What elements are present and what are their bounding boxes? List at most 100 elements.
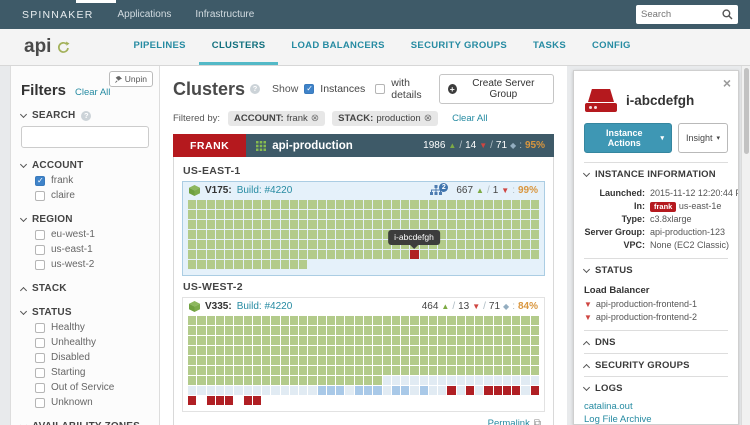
instance-cell[interactable] xyxy=(280,230,289,239)
instance-cell[interactable] xyxy=(197,376,206,385)
instance-cell[interactable] xyxy=(289,210,299,219)
instance-cell[interactable] xyxy=(419,336,428,345)
instance-cell[interactable] xyxy=(215,356,225,365)
instance-cell[interactable] xyxy=(465,220,475,229)
log-link-log-file-archive[interactable]: Log File Archive xyxy=(584,414,728,425)
instance-cell[interactable] xyxy=(530,210,539,219)
instance-cell[interactable] xyxy=(493,240,502,249)
instance-cell[interactable] xyxy=(401,386,410,395)
instance-cell[interactable] xyxy=(521,346,530,355)
instance-cell[interactable] xyxy=(447,200,456,209)
instance-cell[interactable] xyxy=(493,356,502,365)
instance-cell[interactable] xyxy=(215,376,225,385)
instance-cell[interactable] xyxy=(373,316,382,325)
instance-cell[interactable] xyxy=(271,260,280,269)
filters-clear-all-link[interactable]: Clear All xyxy=(75,87,110,98)
instance-cell[interactable] xyxy=(197,200,206,209)
instance-cell[interactable] xyxy=(252,210,262,219)
instance-cell[interactable] xyxy=(197,250,206,259)
instance-cell[interactable] xyxy=(502,336,512,345)
instance-cell[interactable] xyxy=(336,240,345,249)
instance-cell[interactable] xyxy=(225,376,234,385)
instance-cell[interactable] xyxy=(512,316,521,325)
instance-cell[interactable] xyxy=(428,220,438,229)
instance-cell[interactable] xyxy=(215,326,225,335)
instance-cell[interactable] xyxy=(345,240,354,249)
instance-cell[interactable] xyxy=(271,336,280,345)
instance-cell[interactable] xyxy=(252,376,262,385)
filter-section-header[interactable]: SEARCH xyxy=(19,108,149,123)
instance-cell[interactable] xyxy=(493,376,502,385)
instance-cell[interactable] xyxy=(326,240,336,249)
instance-cell[interactable] xyxy=(234,316,243,325)
instance-cell[interactable] xyxy=(354,346,363,355)
tab-security-groups[interactable]: SECURITY GROUPS xyxy=(398,29,520,65)
filter-section-header[interactable]: STACK xyxy=(19,281,149,296)
instance-cell[interactable] xyxy=(493,316,502,325)
instance-cell[interactable] xyxy=(280,366,289,375)
instance-cell[interactable] xyxy=(289,386,299,395)
show-option-instances[interactable]: Instances xyxy=(304,77,365,101)
instance-cell[interactable] xyxy=(354,376,363,385)
instance-cell[interactable] xyxy=(206,316,215,325)
permalink-link[interactable]: Permalink xyxy=(488,418,530,425)
filter-option-unknown[interactable]: Unknown xyxy=(21,395,149,410)
instance-cell[interactable] xyxy=(243,366,252,375)
instance-cell[interactable] xyxy=(363,326,373,335)
instance-cell[interactable] xyxy=(215,260,225,269)
instance-cell[interactable] xyxy=(484,200,493,209)
instance-cell[interactable] xyxy=(438,366,447,375)
instance-cell[interactable] xyxy=(401,200,410,209)
instance-cell[interactable] xyxy=(243,346,252,355)
instance-cell[interactable] xyxy=(484,220,493,229)
instance-cell[interactable] xyxy=(419,316,428,325)
instance-cell[interactable] xyxy=(373,250,382,259)
remove-filter-icon[interactable]: ⊗ xyxy=(311,113,319,124)
instance-cell[interactable] xyxy=(326,326,336,335)
instance-cell[interactable] xyxy=(280,240,289,249)
instance-cell[interactable] xyxy=(354,240,363,249)
instance-cell[interactable] xyxy=(493,366,502,375)
instance-cell[interactable] xyxy=(308,356,317,365)
instance-cell[interactable] xyxy=(234,386,243,395)
instance-cell[interactable] xyxy=(447,316,456,325)
instance-cell[interactable] xyxy=(326,366,336,375)
instance-cell[interactable] xyxy=(475,336,484,345)
instance-cell[interactable] xyxy=(382,356,391,365)
instance-cell[interactable] xyxy=(391,346,401,355)
instance-cell[interactable] xyxy=(271,316,280,325)
instance-cell[interactable] xyxy=(354,200,363,209)
instance-cell[interactable] xyxy=(363,366,373,375)
instance-cell[interactable] xyxy=(317,316,326,325)
instance-cell[interactable] xyxy=(317,386,326,395)
instance-cell[interactable] xyxy=(345,386,354,395)
instance-cell[interactable] xyxy=(465,376,475,385)
instance-cell[interactable] xyxy=(225,210,234,219)
instance-cell[interactable] xyxy=(188,260,197,269)
section-logs[interactable]: LOGS xyxy=(582,376,728,399)
instance-cell[interactable] xyxy=(502,210,512,219)
instance-cell[interactable] xyxy=(382,316,391,325)
instance-cell[interactable] xyxy=(428,336,438,345)
instance-cell[interactable] xyxy=(215,316,225,325)
create-server-group-button[interactable]: Create Server Group xyxy=(438,74,554,104)
instance-cell[interactable] xyxy=(410,346,419,355)
remove-filter-icon[interactable]: ⊗ xyxy=(424,113,432,124)
instance-cell[interactable] xyxy=(382,220,391,229)
instance-cell[interactable] xyxy=(317,250,326,259)
instance-cell[interactable] xyxy=(512,240,521,249)
instance-cell[interactable] xyxy=(456,240,465,249)
instance-cell[interactable] xyxy=(317,326,326,335)
instance-cell[interactable] xyxy=(280,386,289,395)
instance-cell[interactable] xyxy=(336,366,345,375)
instance-cell[interactable] xyxy=(308,250,317,259)
instance-cell[interactable] xyxy=(289,220,299,229)
instance-cell[interactable] xyxy=(271,200,280,209)
instance-cell[interactable] xyxy=(308,326,317,335)
checkbox[interactable] xyxy=(35,190,45,201)
refresh-icon[interactable] xyxy=(57,41,70,54)
instance-cell[interactable] xyxy=(215,220,225,229)
instance-cell[interactable] xyxy=(252,250,262,259)
instance-cell[interactable] xyxy=(363,240,373,249)
tab-config[interactable]: CONFIG xyxy=(579,29,644,65)
